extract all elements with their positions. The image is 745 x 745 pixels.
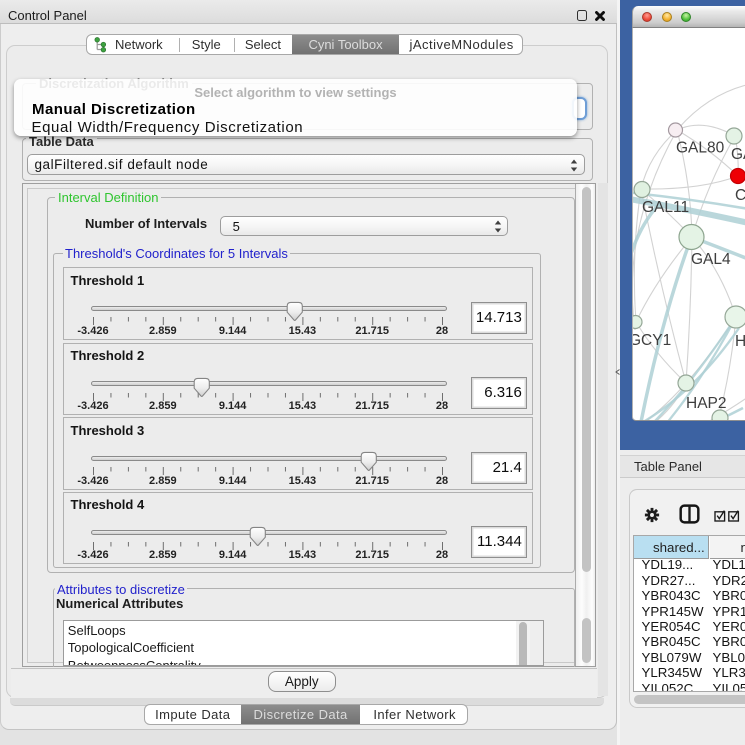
svg-text:C: C (735, 187, 745, 204)
svg-text:GAL11: GAL11 (642, 199, 689, 216)
svg-text:HIS4: HIS4 (735, 333, 745, 350)
svg-text:GAL80: GAL80 (676, 140, 725, 157)
svg-text:GAL1: GAL1 (731, 146, 745, 163)
svg-text:HAP2: HAP2 (686, 395, 727, 412)
svg-text:GCY1: GCY1 (633, 332, 671, 349)
svg-text:GAL4: GAL4 (691, 251, 731, 268)
